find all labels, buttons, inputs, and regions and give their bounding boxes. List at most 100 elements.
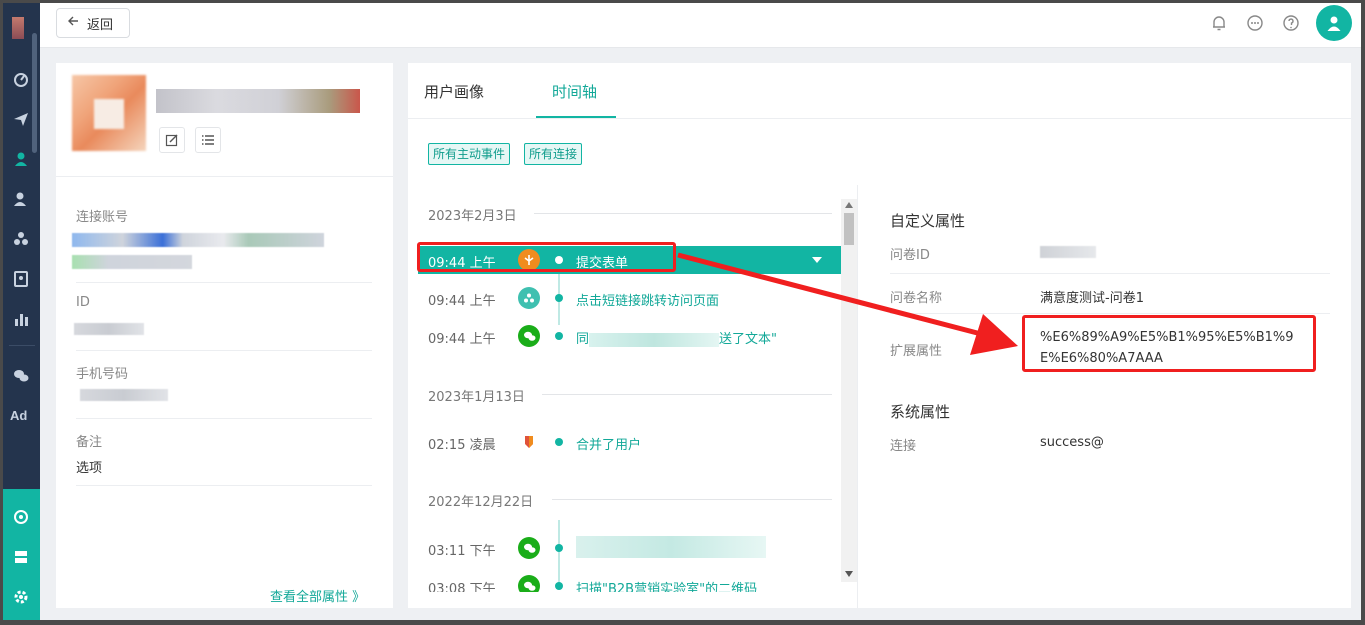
list-icon xyxy=(202,135,214,145)
bell-icon[interactable] xyxy=(1210,14,1228,32)
profile-avatar xyxy=(72,75,146,151)
scroll-thumb[interactable] xyxy=(844,213,854,245)
message-icon[interactable] xyxy=(1246,14,1264,32)
timeline-event[interactable]: 03:08 下午 扫描"B2B营销实验室"的二维码 xyxy=(418,572,841,592)
users-icon[interactable] xyxy=(11,189,31,209)
event-time: 03:11 下午 xyxy=(428,544,496,559)
event-time: 09:44 上午 xyxy=(428,332,496,347)
timeline-event[interactable]: 02:15 凌晨 合并了用户 xyxy=(418,428,841,456)
profile-name-redacted xyxy=(156,89,360,113)
wechat-icon xyxy=(518,537,540,559)
tab-active-indicator xyxy=(536,116,616,118)
view-all-attributes-link[interactable]: 查看全部属性 》 xyxy=(270,586,365,605)
event-time: 02:15 凌晨 xyxy=(428,438,496,453)
date-divider xyxy=(542,394,832,395)
event-time: 03:08 下午 xyxy=(428,582,496,592)
highlight-box-event xyxy=(417,242,676,272)
send-icon[interactable] xyxy=(11,109,31,129)
contact-book-icon[interactable] xyxy=(11,269,31,289)
sidebar-scrollbar[interactable] xyxy=(32,33,37,153)
server-icon[interactable] xyxy=(11,547,31,567)
date-divider xyxy=(534,213,832,214)
filter-active-events[interactable]: 所有主动事件 xyxy=(428,143,511,165)
wechat-icon xyxy=(518,325,540,347)
timeline-scrollbar[interactable] xyxy=(841,199,857,582)
arrow-left-icon xyxy=(67,15,79,31)
account-value-redacted xyxy=(72,233,324,247)
list-button[interactable] xyxy=(195,127,221,153)
wechat-icon[interactable] xyxy=(11,366,31,386)
field-value-remark: 选项 xyxy=(76,461,103,476)
merge-icon xyxy=(518,431,540,453)
attr-value: success@ xyxy=(1040,435,1104,450)
edit-icon xyxy=(165,134,178,147)
phone-value-redacted xyxy=(80,389,168,401)
highlight-box-attribute xyxy=(1022,315,1316,372)
timeline-date: 2023年2月3日 xyxy=(428,209,517,224)
custom-attributes-title: 自定义属性 xyxy=(890,212,966,230)
timeline-dot xyxy=(555,438,563,446)
event-text: 点击短链接跳转访问页面 xyxy=(576,294,720,309)
timeline-date: 2022年12月22日 xyxy=(428,495,534,510)
attr-label: 问卷名称 xyxy=(890,291,943,306)
user-avatar[interactable] xyxy=(1316,5,1352,41)
topbar: 返回 xyxy=(40,3,1361,48)
system-attributes-title: 系统属性 xyxy=(890,403,951,421)
attr-divider xyxy=(890,273,1330,274)
profile-divider xyxy=(56,176,393,177)
field-label-remark: 备注 xyxy=(76,435,103,450)
attr-divider xyxy=(890,313,1330,314)
date-divider xyxy=(552,499,832,500)
account-value-redacted-2 xyxy=(72,255,192,269)
settings-gear-icon[interactable] xyxy=(11,587,31,607)
dashboard-icon[interactable] xyxy=(11,69,31,89)
event-text: 扫描"B2B营销实验室"的二维码 xyxy=(576,582,758,592)
event-text-prefix: 同送了文本" xyxy=(576,332,777,347)
sidebar: Ad xyxy=(3,3,40,620)
timeline-dot xyxy=(555,582,563,590)
field-label-id: ID xyxy=(76,295,90,310)
timeline-dot xyxy=(555,332,563,340)
scroll-down-icon[interactable] xyxy=(845,571,853,577)
brand-logo xyxy=(12,17,24,39)
field-divider xyxy=(76,485,372,486)
attr-label: 扩展属性 xyxy=(890,344,943,359)
field-label-phone: 手机号码 xyxy=(76,367,129,382)
field-label-account: 连接账号 xyxy=(76,210,129,225)
tab-timeline[interactable]: 时间轴 xyxy=(552,81,597,102)
group-icon[interactable] xyxy=(11,229,31,249)
edit-button[interactable] xyxy=(159,127,185,153)
sidebar-bottom-panel xyxy=(3,489,40,620)
tab-user-portrait[interactable]: 用户画像 xyxy=(424,81,484,102)
ad-icon[interactable]: Ad xyxy=(10,408,27,423)
timeline-dot xyxy=(555,294,563,302)
attr-label: 连接 xyxy=(890,439,917,454)
link-icon xyxy=(518,287,540,309)
sidebar-divider xyxy=(9,345,35,346)
timeline-event[interactable]: 09:44 上午 同送了文本" xyxy=(418,322,841,350)
timeline-dot xyxy=(555,544,563,552)
analytics-icon[interactable] xyxy=(11,309,31,329)
caret-down-icon[interactable] xyxy=(811,255,823,265)
back-label: 返回 xyxy=(87,17,114,33)
back-button[interactable]: 返回 xyxy=(56,8,130,38)
filter-all-connections[interactable]: 所有连接 xyxy=(524,143,583,165)
help-icon[interactable] xyxy=(1282,14,1300,32)
timeline-event[interactable]: 03:11 下午 xyxy=(418,534,841,562)
field-divider xyxy=(76,418,372,419)
attr-value-redacted xyxy=(1040,246,1096,258)
event-time: 09:44 上午 xyxy=(428,294,496,309)
network-icon[interactable] xyxy=(11,507,31,527)
timeline-date: 2023年1月13日 xyxy=(428,390,525,405)
wechat-icon xyxy=(518,575,540,592)
user-icon[interactable] xyxy=(11,149,31,169)
field-divider xyxy=(76,350,372,351)
timeline-event[interactable]: 09:44 上午 点击短链接跳转访问页面 xyxy=(418,284,841,312)
id-value-redacted xyxy=(74,323,144,335)
field-divider xyxy=(76,282,372,283)
scroll-up-icon[interactable] xyxy=(845,202,853,208)
tabs-divider xyxy=(408,118,1351,119)
profile-card: 连接账号 ID 手机号码 备注 选项 查看全部属性 》 xyxy=(56,63,393,608)
app-window: Ad 返回 连接账号 ID 手机号码 备注 选项 查看全部属性 》 用户画像 时… xyxy=(3,3,1361,620)
event-text-redacted xyxy=(589,332,720,347)
